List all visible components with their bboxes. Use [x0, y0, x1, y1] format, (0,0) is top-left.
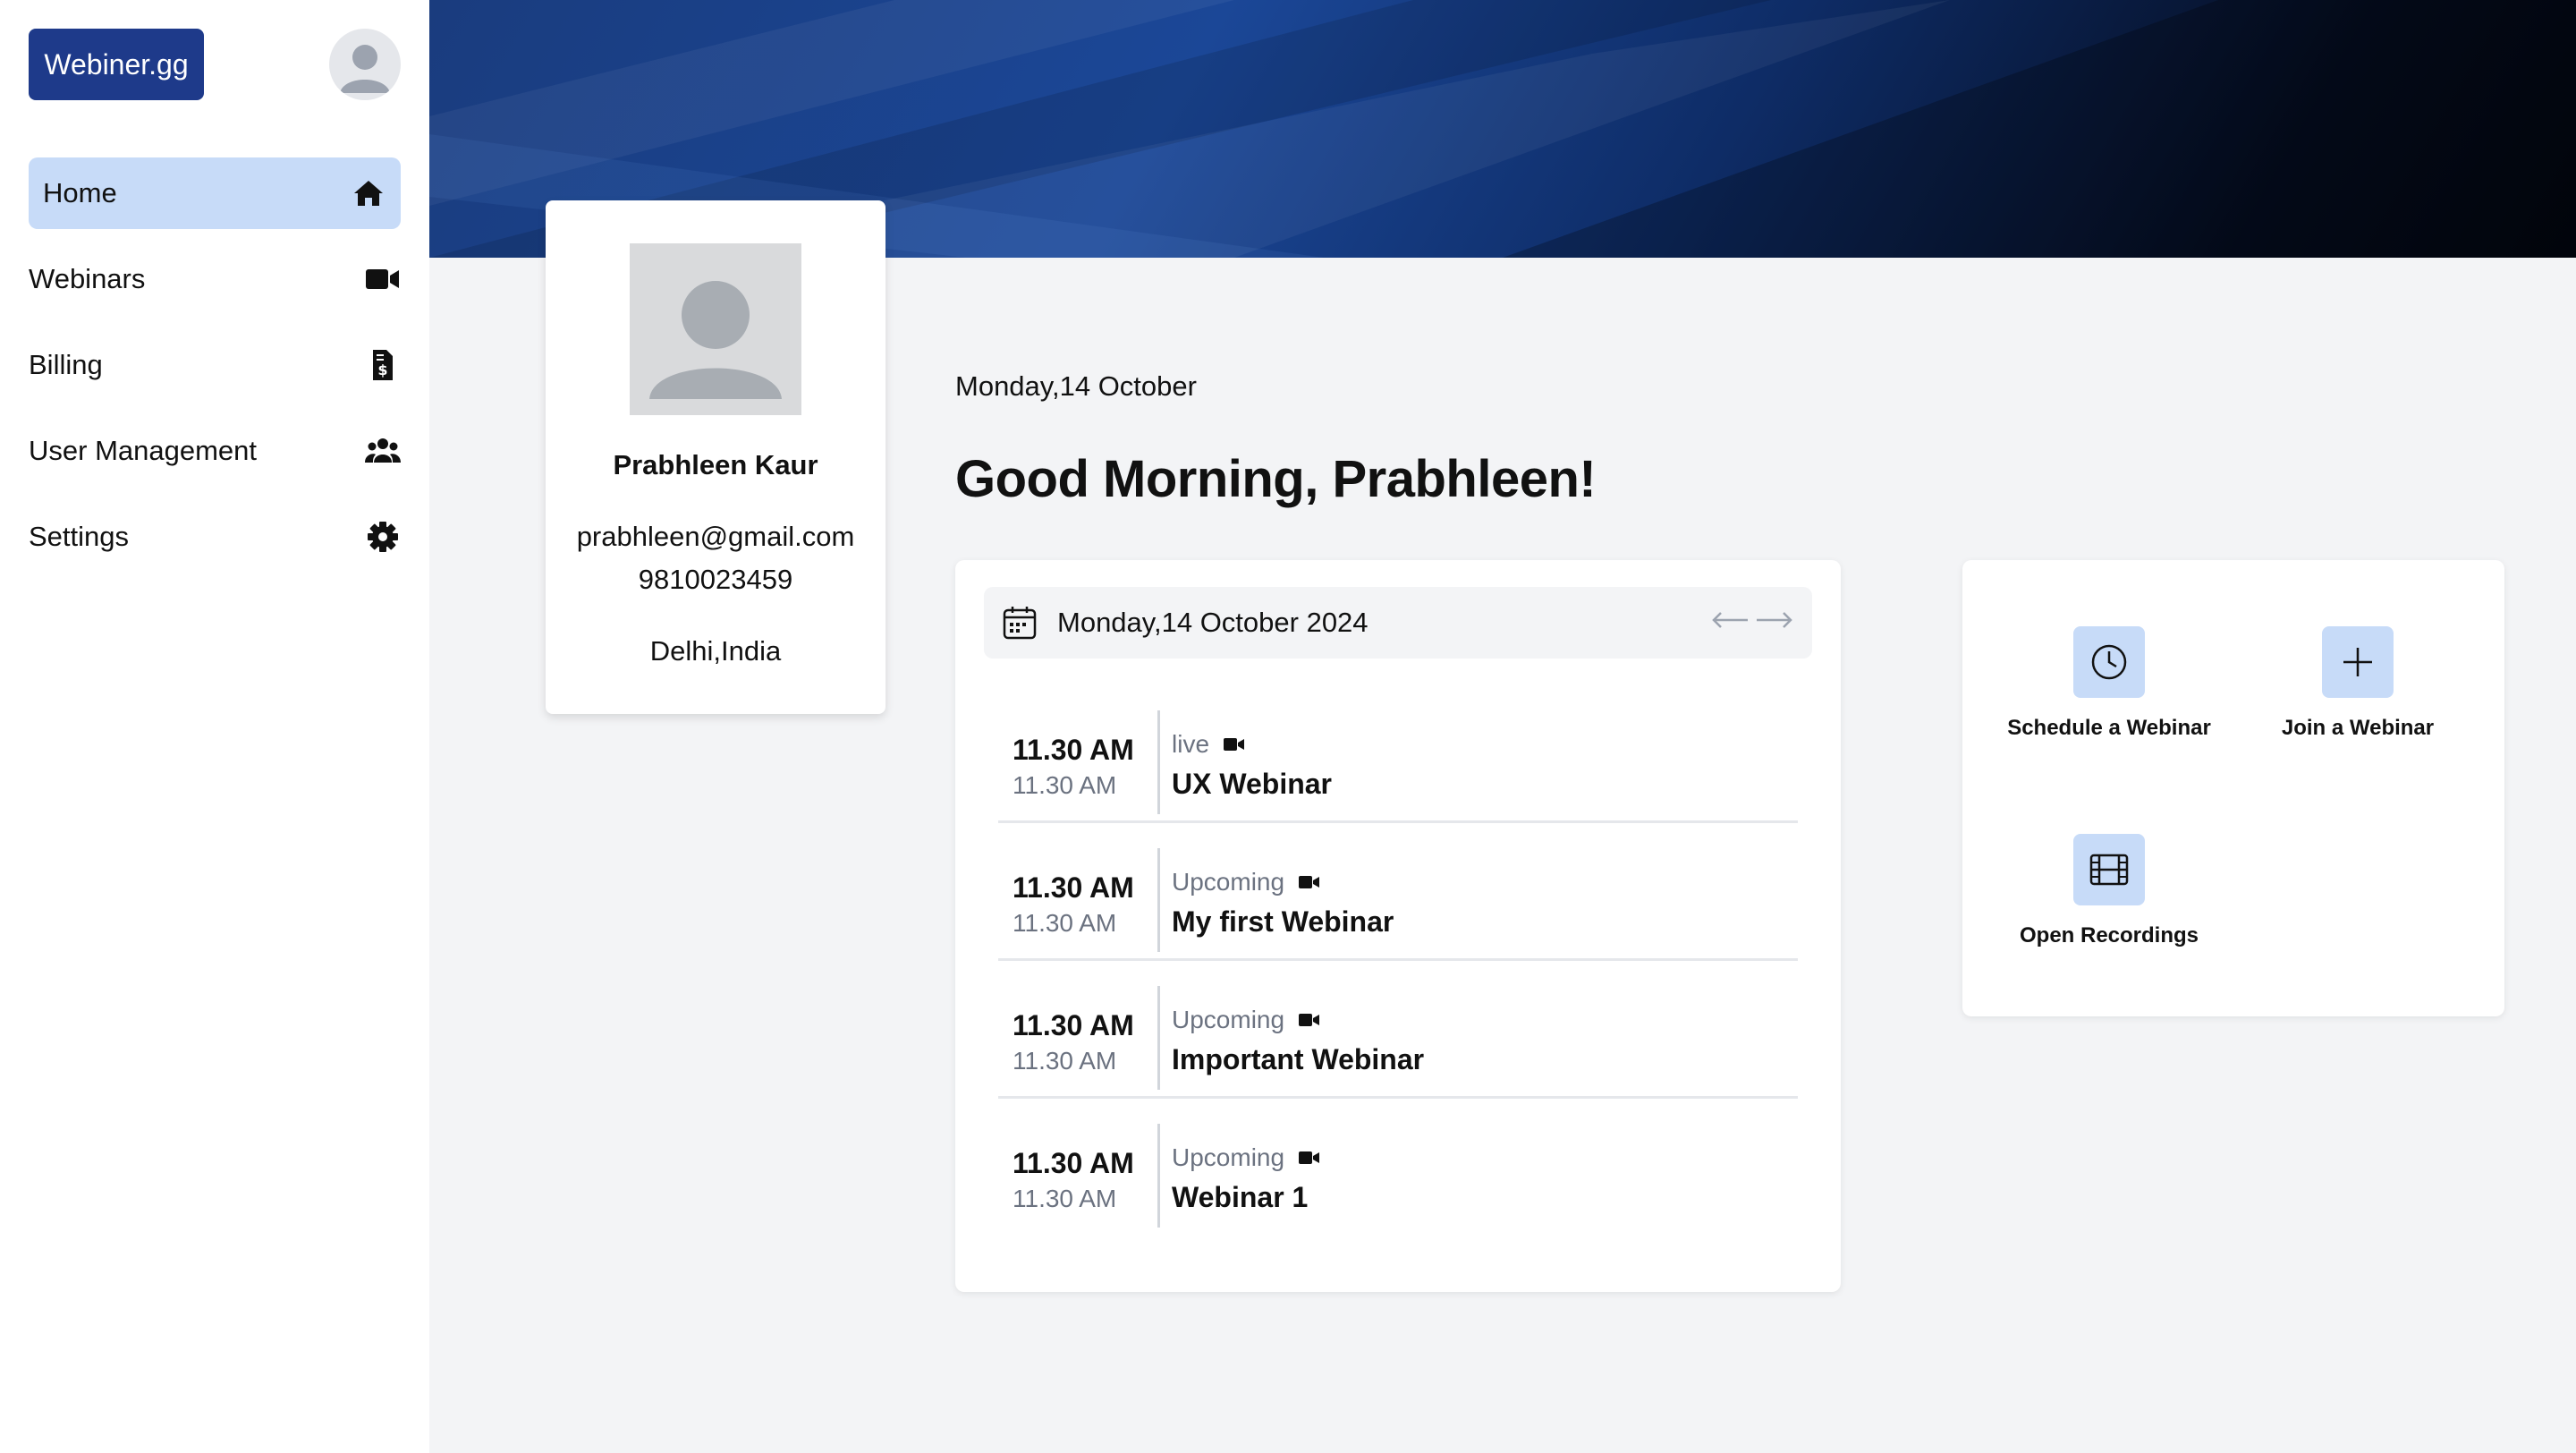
webinar-row[interactable]: 11.30 AM 11.30 AM Upcoming My first Webi…: [998, 823, 1798, 961]
webinar-status: live: [1172, 730, 1245, 759]
sidebar-item-label: Webinars: [29, 263, 146, 294]
profile-location: Delhi,India: [649, 635, 782, 667]
users-icon: [365, 433, 401, 469]
webinar-row[interactable]: 11.30 AM 11.30 AM live UX Webinar: [998, 685, 1798, 823]
sidebar-item-settings[interactable]: Settings: [29, 501, 401, 573]
action-label: Schedule a Webinar: [2007, 716, 2211, 740]
current-date: Monday,14 October: [955, 370, 1197, 402]
end-time: 11.30 AM: [1013, 1185, 1117, 1212]
open-recordings-button[interactable]: Open Recordings: [1984, 834, 2234, 948]
quick-actions-card: Schedule a Webinar Join a Webinar Open R…: [1962, 560, 2504, 1016]
start-time: 11.30 AM: [1013, 1147, 1134, 1179]
webinar-title: UX Webinar: [1172, 768, 1332, 800]
action-label: Open Recordings: [2019, 923, 2199, 947]
sidebar-item-billing[interactable]: Billing $: [29, 329, 401, 401]
sidebar-item-label: User Management: [29, 435, 258, 466]
divider: [1157, 986, 1160, 1090]
webinar-row[interactable]: 11.30 AM 11.30 AM Upcoming Important Web…: [998, 961, 1798, 1099]
sidebar: Webiner.gg Home Webinars Billing $ User: [0, 0, 429, 1453]
sidebar-nav: Home Webinars Billing $ User Management …: [29, 157, 401, 587]
profile-card: Prabhleen Kaur prabhleen@gmail.com 98100…: [546, 200, 886, 714]
user-avatar[interactable]: [329, 29, 401, 100]
profile-phone: 9810023459: [638, 564, 793, 595]
schedule-webinar-button[interactable]: Schedule a Webinar: [1984, 626, 2234, 741]
webinar-title: My first Webinar: [1172, 905, 1394, 938]
divider: [1157, 1124, 1160, 1228]
schedule-date-bar: Monday,14 October 2024: [984, 587, 1812, 659]
sidebar-item-user-management[interactable]: User Management: [29, 415, 401, 487]
status-label: Upcoming: [1172, 868, 1285, 896]
start-time: 11.30 AM: [1013, 1009, 1134, 1041]
video-camera-icon: [1224, 738, 1245, 751]
divider: [1157, 710, 1160, 814]
gear-icon: [365, 519, 401, 555]
webinar-title: Important Webinar: [1172, 1043, 1425, 1075]
webinar-title: Webinar 1: [1172, 1181, 1309, 1213]
calendar-icon[interactable]: [1002, 605, 1038, 641]
end-time: 11.30 AM: [1013, 1047, 1117, 1075]
video-camera-icon: [1299, 1151, 1320, 1164]
video-camera-icon: [1299, 876, 1320, 888]
film-icon: [2073, 834, 2145, 905]
start-time: 11.30 AM: [1013, 871, 1134, 904]
video-camera-icon: [365, 261, 401, 297]
action-label: Join a Webinar: [2281, 716, 2435, 740]
sidebar-item-webinars[interactable]: Webinars: [29, 243, 401, 315]
arrow-left-icon[interactable]: [1710, 607, 1750, 633]
status-label: live: [1172, 730, 1210, 758]
end-time: 11.30 AM: [1013, 771, 1117, 799]
plus-icon: [2322, 626, 2394, 698]
user-avatar-icon: [340, 45, 390, 93]
greeting-heading: Good Morning, Prabhleen!: [955, 450, 1597, 508]
schedule-date: Monday,14 October 2024: [1057, 607, 1368, 638]
status-label: Upcoming: [1172, 1143, 1285, 1171]
profile-email: prabhleen@gmail.com: [576, 521, 855, 552]
end-time: 11.30 AM: [1013, 909, 1117, 937]
status-label: Upcoming: [1172, 1006, 1285, 1033]
divider: [1157, 848, 1160, 952]
sidebar-item-label: Billing: [29, 349, 103, 380]
sidebar-item-label: Home: [43, 177, 117, 208]
invoice-dollar-icon: $: [365, 347, 401, 383]
webinar-row[interactable]: 11.30 AM 11.30 AM Upcoming Webinar 1: [998, 1099, 1798, 1236]
home-icon: [351, 175, 386, 211]
clock-icon: [2073, 626, 2145, 698]
webinar-status: Upcoming: [1172, 1143, 1320, 1172]
webinar-status: Upcoming: [1172, 868, 1320, 896]
video-camera-icon: [1299, 1014, 1320, 1026]
user-placeholder-icon: [630, 243, 801, 415]
profile-picture[interactable]: [630, 243, 801, 415]
schedule-card: Monday,14 October 2024 11.30 AM 11.30 AM…: [955, 560, 1841, 1292]
sidebar-item-label: Settings: [29, 521, 130, 552]
logo[interactable]: Webiner.gg: [29, 29, 204, 100]
join-webinar-button[interactable]: Join a Webinar: [2233, 626, 2483, 741]
start-time: 11.30 AM: [1013, 734, 1134, 766]
svg-text:$: $: [377, 361, 387, 378]
arrow-right-icon[interactable]: [1755, 607, 1794, 633]
sidebar-item-home[interactable]: Home: [29, 157, 401, 229]
webinar-status: Upcoming: [1172, 1006, 1320, 1034]
profile-name: Prabhleen Kaur: [613, 449, 818, 480]
